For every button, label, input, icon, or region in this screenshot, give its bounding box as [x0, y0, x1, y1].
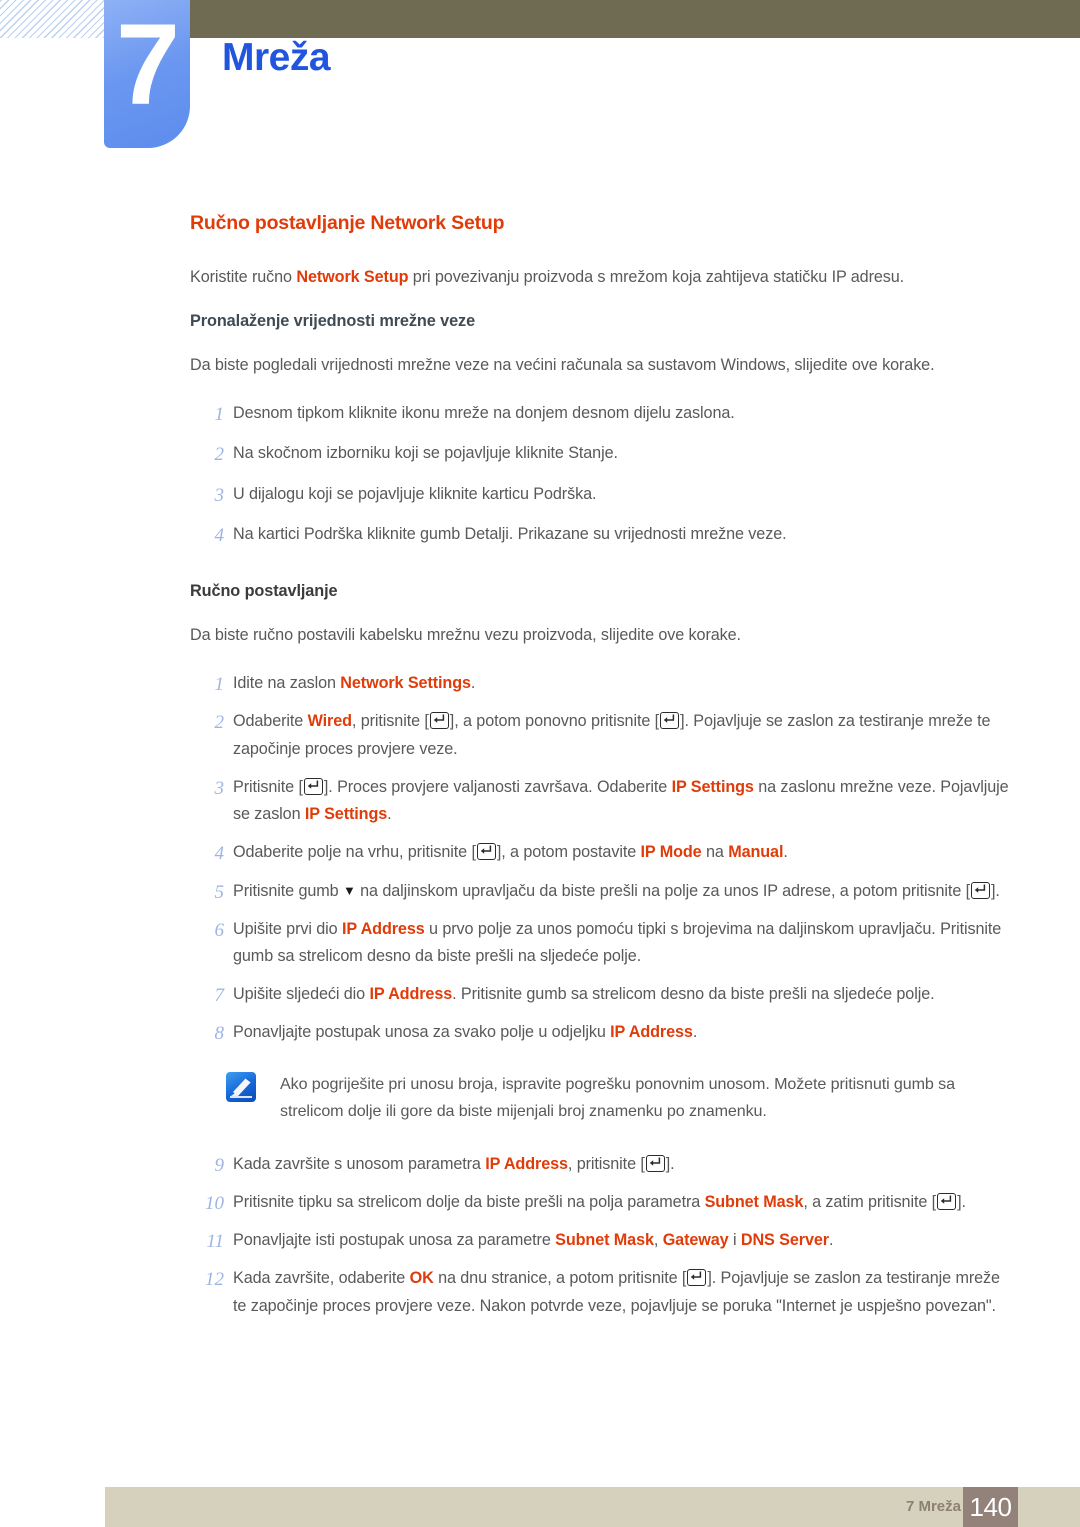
- highlighted-term: Manual: [728, 843, 784, 862]
- step-text: Ponavljajte isti postupak unosa za param…: [233, 1231, 834, 1250]
- step-number: 1: [214, 404, 225, 426]
- step-item: 10 Pritisnite tipku sa strelicom dolje da…: [190, 1189, 1010, 1216]
- highlighted-term: IP Address: [610, 1023, 693, 1042]
- section-heading: Ručno postavljanje Network Setup: [190, 212, 505, 234]
- subheading-find-network-values: Pronalaženje vrijednosti mrežne veze: [190, 312, 476, 331]
- page-header: 7 Mreža: [0, 0, 1080, 150]
- step-item: 5 Pritisnite gumb ▼ na daljinskom upravlj…: [190, 878, 1010, 905]
- step-number: 5: [214, 881, 225, 903]
- step-item: 3 U dijalogu koji se pojavljuje kliknite …: [190, 481, 1010, 508]
- step-item: 11 Ponavljajte isti postupak unosa za par…: [190, 1227, 1010, 1254]
- step-text: Ponavljajte postupak unosa za svako polj…: [233, 1023, 698, 1042]
- intro-paragraph: Koristite ručno Network Setup pri povezi…: [190, 265, 1010, 290]
- steps-list-manual-part1: 1 Idite na zaslon Network Settings. 2 Odabe…: [190, 670, 1010, 1046]
- highlighted-term: IP Mode: [640, 843, 702, 862]
- step-number: 4: [214, 843, 225, 865]
- step-text: Upišite sljedeći dio IP Address. Pritisn…: [233, 985, 935, 1004]
- enter-key-icon: [687, 1269, 707, 1287]
- paragraph-manual-steps: Da biste ručno postavili kabelsku mrežnu…: [190, 626, 741, 645]
- highlighted-term: DNS Server: [740, 1231, 829, 1250]
- highlighted-term: Subnet Mask: [704, 1192, 804, 1211]
- step-number: 6: [214, 919, 225, 941]
- step-number: 10: [205, 1192, 224, 1214]
- note-pencil-icon: [226, 1071, 256, 1102]
- highlighted-term: IP Settings: [304, 805, 388, 824]
- highlighted-term: IP Settings: [671, 777, 754, 796]
- step-item: 2 Odaberite Wired, pritisnite [], a potom…: [190, 708, 1010, 762]
- step-item: 6 Upišite prvi dio IP Address u prvo polj…: [190, 916, 1010, 970]
- step-item: 2 Na skočnom izborniku koji se pojavljuje…: [190, 440, 1010, 467]
- step-item: 7 Upišite sljedeći dio IP Address. Pritis…: [190, 981, 1010, 1008]
- intro-highlight: Network Setup: [296, 268, 409, 286]
- intro-before: Koristite ručno: [190, 268, 297, 286]
- step-text: Na skočnom izborniku koji se pojavljuje …: [233, 444, 618, 463]
- step-text: Desnom tipkom kliknite ikonu mreže na do…: [233, 404, 735, 423]
- enter-key-icon: [645, 1154, 665, 1172]
- triangle-down-icon: ▼: [342, 882, 356, 898]
- step-item: 9 Kada završite s unosom parametra IP Add…: [190, 1151, 1010, 1178]
- highlighted-term: Subnet Mask: [555, 1231, 654, 1250]
- step-number: 3: [214, 777, 225, 799]
- highlighted-term: Network Settings: [340, 674, 471, 693]
- highlighted-term: IP Address: [341, 919, 425, 938]
- step-item: 12 Kada završite, odaberite OK na dnu str…: [190, 1265, 1010, 1319]
- chapter-tab: 7: [104, 0, 190, 148]
- step-number: 9: [214, 1154, 225, 1176]
- enter-key-icon: [476, 843, 496, 861]
- page-content: Ručno postavljanje Network Setup Koristi…: [190, 212, 1010, 1331]
- highlighted-term: Wired: [307, 712, 352, 731]
- step-text: Idite na zaslon Network Settings.: [233, 674, 476, 693]
- step-number: 2: [214, 444, 225, 466]
- enter-key-icon: [971, 881, 991, 899]
- enter-key-icon: [303, 777, 323, 795]
- step-item: 8 Ponavljajte postupak unosa za svako pol…: [190, 1019, 1010, 1046]
- note-callout: Ako pogriješite pri unosu broja, ispravi…: [226, 1071, 1010, 1125]
- step-item: 4 Odaberite polje na vrhu, pritisnite [],…: [190, 839, 1010, 866]
- footer-chapter-label: 7 Mreža: [905, 1498, 961, 1515]
- step-text: Upišite prvi dio IP Address u prvo polje…: [233, 919, 1002, 965]
- enter-key-icon: [429, 712, 449, 730]
- chapter-number: 7: [116, 1, 180, 129]
- footer-page-number: 140: [963, 1487, 1018, 1527]
- page-footer: 7 Mreža 140: [105, 1487, 1080, 1527]
- highlighted-term: OK: [409, 1269, 434, 1288]
- highlighted-term: IP Address: [369, 985, 453, 1004]
- enter-key-icon: [660, 712, 680, 730]
- step-number: 2: [214, 712, 225, 734]
- step-item: 3 Pritisnite []. Proces provjere valjanos…: [190, 774, 1010, 828]
- steps-list-manual-part2: 9 Kada završite s unosom parametra IP Add…: [190, 1151, 1010, 1320]
- intro-after: pri povezivanju proizvoda s mrežom koja …: [408, 268, 905, 286]
- header-olive-bar: [190, 0, 1080, 38]
- steps-list-find-values: 1 Desnom tipkom kliknite ikonu mreže na d…: [190, 400, 1010, 548]
- step-text: Odaberite Wired, pritisnite [], a potom …: [233, 712, 991, 758]
- step-text: Na kartici Podrška kliknite gumb Detalji…: [233, 524, 787, 543]
- step-number: 7: [214, 985, 225, 1007]
- paragraph-windows-steps: Da biste pogledali vrijednosti mrežne ve…: [190, 356, 935, 375]
- step-text: Pritisnite []. Proces provjere valjanost…: [233, 777, 1009, 824]
- hatch-decoration: [0, 0, 104, 38]
- subheading-manual-setup: Ručno postavljanje: [190, 582, 338, 601]
- step-text: Kada završite, odaberite OK na dnu stran…: [233, 1269, 1000, 1315]
- note-text: Ako pogriješite pri unosu broja, ispravi…: [280, 1074, 955, 1120]
- step-number: 11: [206, 1231, 224, 1253]
- chapter-title: Mreža: [222, 36, 331, 79]
- highlighted-term: Gateway: [662, 1231, 729, 1250]
- step-text: Kada završite s unosom parametra IP Addr…: [233, 1154, 675, 1173]
- step-number: 8: [214, 1023, 225, 1045]
- step-number: 4: [214, 524, 225, 546]
- step-number: 12: [205, 1269, 224, 1291]
- step-text: Odaberite polje na vrhu, pritisnite [], …: [233, 843, 788, 862]
- step-number: 3: [214, 484, 225, 506]
- step-item: 4 Na kartici Podrška kliknite gumb Detalj…: [190, 521, 1010, 548]
- enter-key-icon: [937, 1192, 957, 1210]
- step-item: 1 Desnom tipkom kliknite ikonu mreže na d…: [190, 400, 1010, 427]
- step-number: 1: [214, 674, 225, 696]
- step-text: Pritisnite gumb ▼ na daljinskom upravlja…: [233, 881, 1000, 900]
- step-text: U dijalogu koji se pojavljuje kliknite k…: [233, 484, 597, 503]
- step-text: Pritisnite tipku sa strelicom dolje da b…: [233, 1192, 966, 1211]
- highlighted-term: IP Address: [485, 1154, 568, 1173]
- step-item: 1 Idite na zaslon Network Settings.: [190, 670, 1010, 697]
